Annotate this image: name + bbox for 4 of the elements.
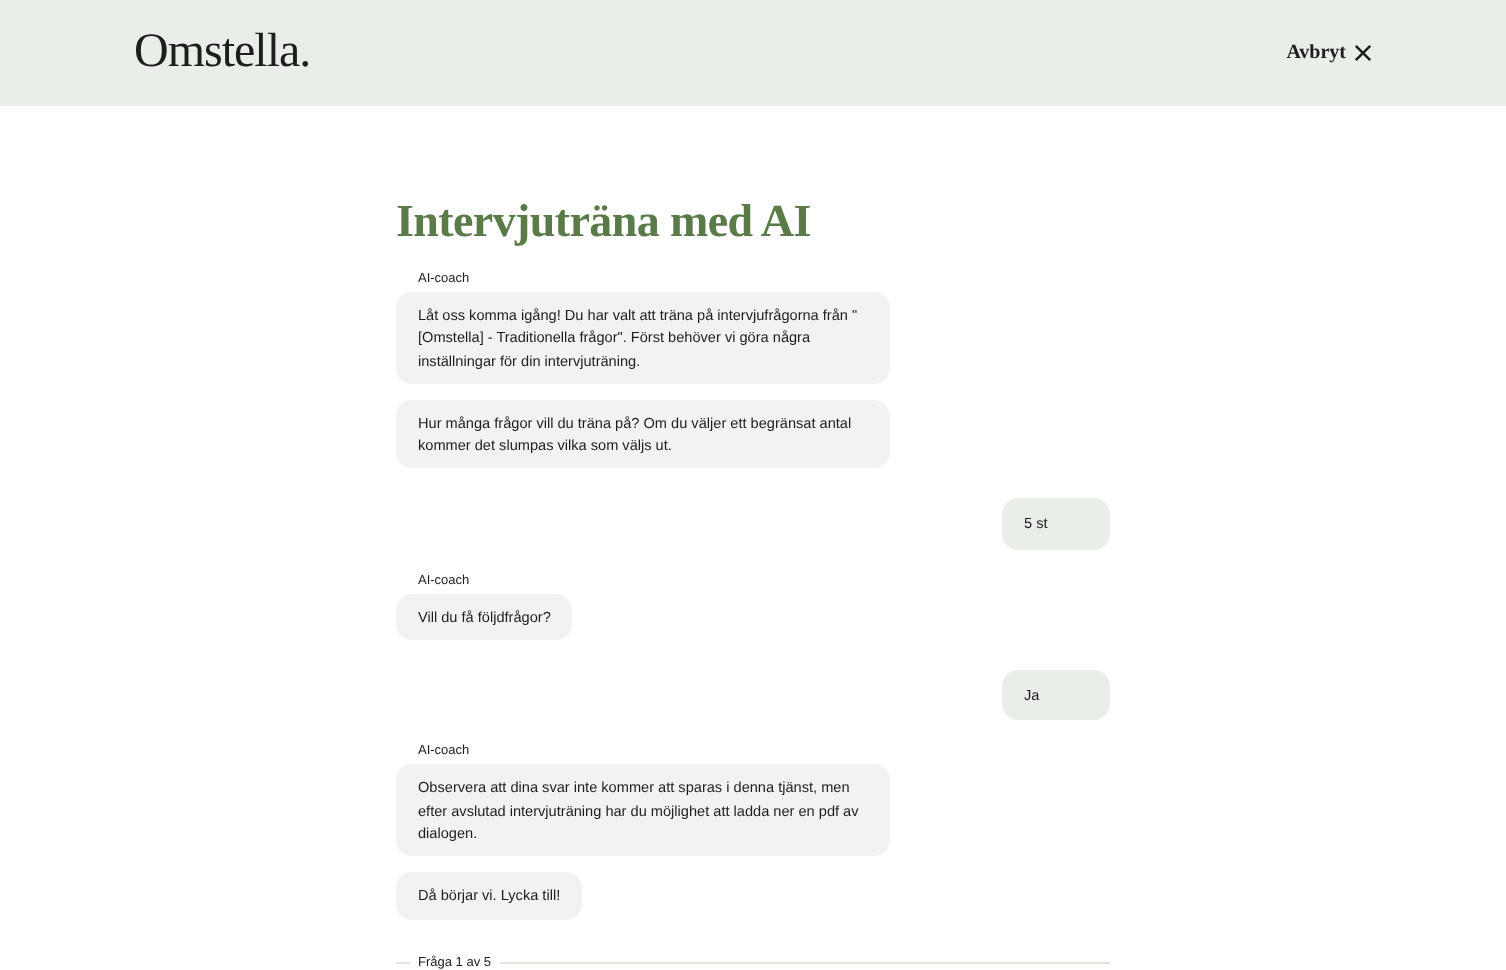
- page-title: Intervjuträna med AI: [396, 196, 813, 248]
- logo: Omstella.: [134, 26, 311, 80]
- cancel-button[interactable]: Avbryt: [1286, 42, 1372, 64]
- close-icon: [1354, 44, 1372, 62]
